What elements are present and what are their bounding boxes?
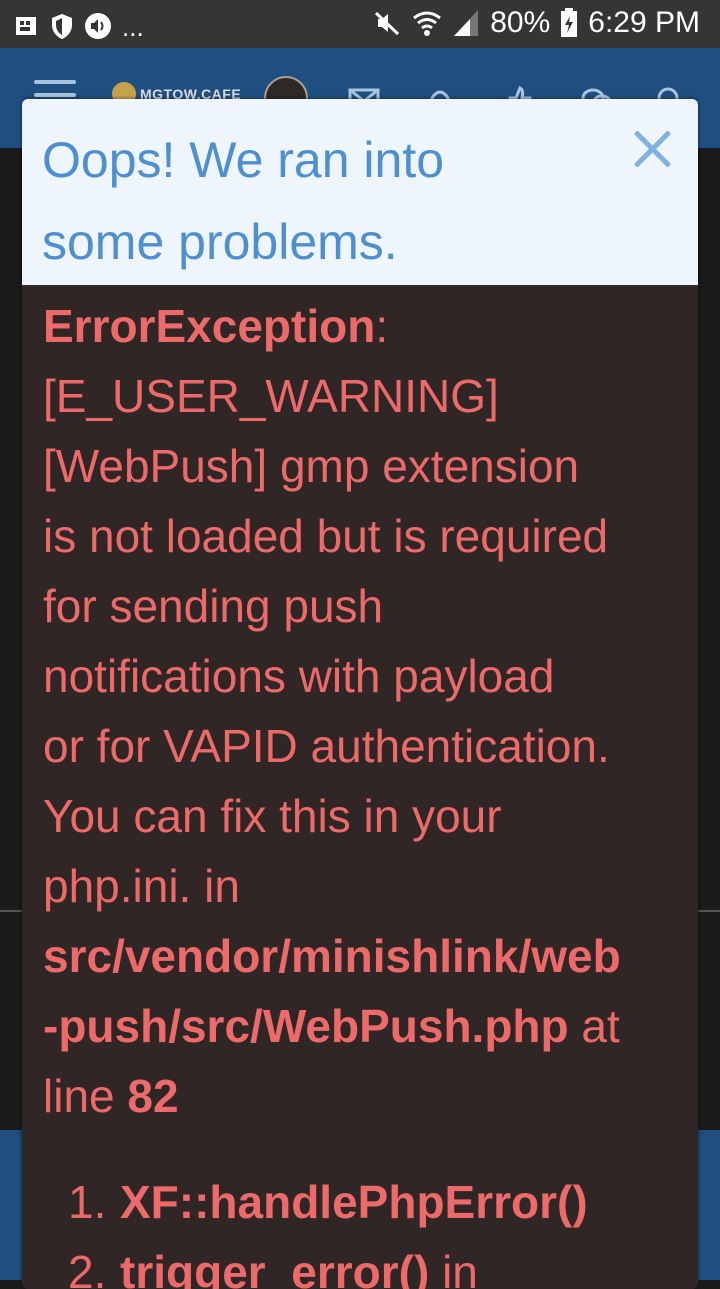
stack-trace: 1. XF::handlePhpError() 2. trigger_error()… — [68, 1167, 688, 1289]
clock: 6:29 PM — [588, 6, 700, 39]
error-line-label: line — [43, 1070, 128, 1122]
error-line: You can fix this in your — [43, 790, 502, 842]
mute-icon — [375, 11, 400, 36]
trace-suffix: in — [429, 1246, 478, 1289]
trace-function: XF::handlePhpError() — [120, 1176, 588, 1228]
error-type: ErrorException — [43, 300, 376, 352]
trace-number: 2. — [68, 1246, 107, 1289]
error-line-number: 82 — [127, 1070, 179, 1122]
trace-number: 1. — [68, 1176, 107, 1228]
error-line: [E_USER_WARNING] — [43, 370, 499, 422]
dialog-header: Oops! We ran into some problems. — [22, 99, 698, 287]
trace-item: 2. trigger_error() in — [68, 1237, 688, 1289]
error-line: notifications with payload — [43, 650, 555, 702]
error-file-path: src/vendor/minishlink/web — [43, 930, 621, 982]
error-dialog: Oops! We ran into some problems. ErrorEx… — [22, 99, 698, 1289]
dialog-title-line: Oops! We ran into — [42, 132, 445, 188]
storage-icon — [16, 16, 36, 35]
shield-icon — [52, 13, 72, 39]
error-line: or for VAPID authentication. — [43, 720, 610, 772]
status-bar: ... 80% 6:29 PM — [0, 0, 720, 48]
error-line: is not loaded but is required — [43, 510, 609, 562]
error-colon: : — [375, 300, 389, 352]
error-file-path: -push/src/WebPush.php — [43, 1000, 569, 1052]
battery-percent: 80% — [490, 6, 551, 39]
wifi-icon — [413, 11, 442, 36]
battery-charging-icon — [561, 8, 578, 37]
dialog-body: ErrorException: [E_USER_WARNING] [WebPus… — [22, 287, 698, 1289]
close-icon[interactable] — [630, 127, 674, 171]
dialog-title: Oops! We ran into some problems. — [42, 119, 602, 283]
error-at: at — [568, 1000, 620, 1052]
error-line: [WebPush] gmp extension — [43, 440, 580, 492]
error-line: php.ini. in — [43, 860, 240, 912]
more-notifications: ... — [122, 12, 144, 42]
signal-icon — [454, 10, 479, 36]
dialog-title-line: some problems. — [42, 214, 398, 270]
volume-icon — [85, 12, 111, 39]
error-message: ErrorException: [E_USER_WARNING] [WebPus… — [43, 291, 683, 1131]
trace-function: trigger_error() — [120, 1246, 430, 1289]
trace-item: 1. XF::handlePhpError() — [68, 1167, 688, 1237]
error-line: for sending push — [43, 580, 384, 632]
